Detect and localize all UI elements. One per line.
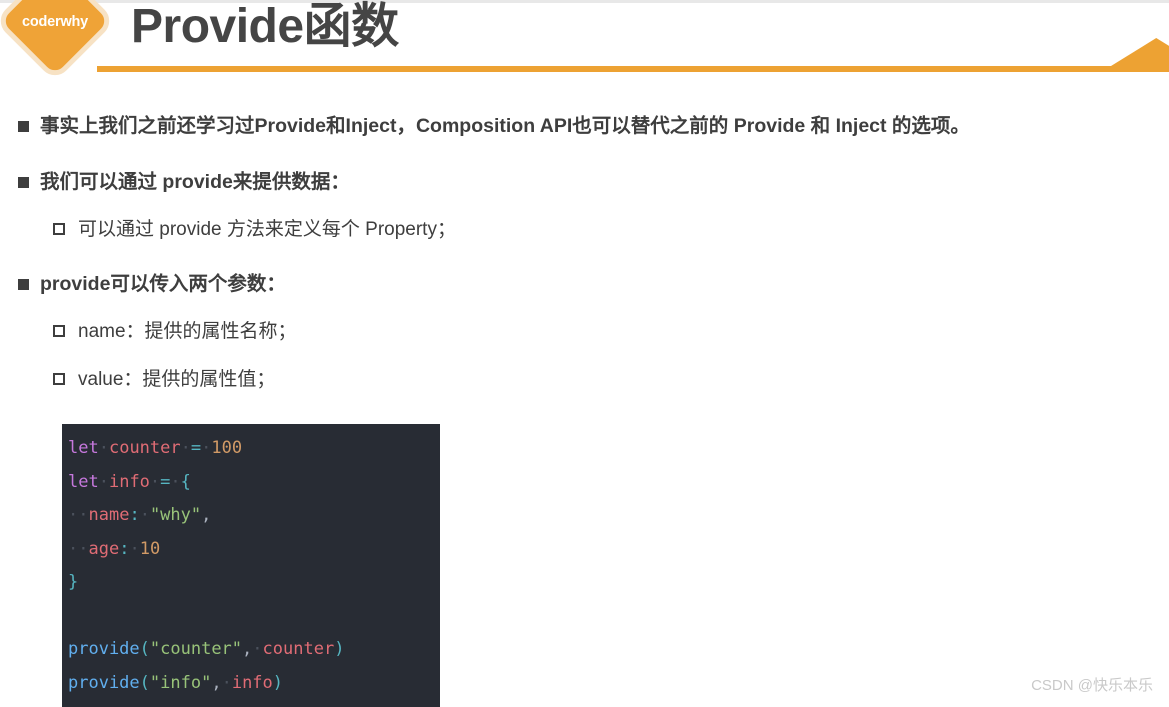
sub-bullet-item: value：提供的属性值； <box>0 367 275 393</box>
bullet-text: 我们可以通过 provide来提供数据： <box>40 171 350 193</box>
sub-bullet-item: 可以通过 provide 方法来定义每个 Property； <box>0 217 456 243</box>
hollow-square-icon <box>53 373 65 385</box>
filled-square-icon <box>18 121 29 132</box>
code-line: ··age:·10 <box>68 538 161 559</box>
bullet-text: provide可以传入两个参数： <box>40 273 286 295</box>
code-line: provide("info",·info) <box>68 672 284 693</box>
sub-bullet-item: name：提供的属性名称； <box>0 319 297 345</box>
code-snippet-block: let·counter·=·100 let·info·=·{ ··name:·"wh… <box>62 424 440 707</box>
slide-header: coderwhy Provide函数 <box>0 0 1169 82</box>
filled-square-icon <box>18 279 29 290</box>
sub-bullet-text: 可以通过 provide 方法来定义每个 Property； <box>78 219 456 240</box>
sub-bullet-text: value：提供的属性值； <box>78 369 276 390</box>
logo-label: coderwhy <box>21 14 89 30</box>
filled-square-icon <box>18 177 29 188</box>
code-line: provide("counter",·counter) <box>68 639 345 659</box>
code-line: let·info·=·{ <box>68 471 191 492</box>
page-title: Provide函数 <box>131 0 399 53</box>
bullet-item: 事实上我们之前还学习过Provide和Inject，Composition AP… <box>0 113 970 139</box>
bullet-item: provide可以传入两个参数： <box>0 271 286 297</box>
code-line: } <box>68 572 79 592</box>
code-line: ··name:·"why", <box>68 505 212 525</box>
code-line: let·counter·=·100 <box>68 438 243 458</box>
hollow-square-icon <box>53 223 65 235</box>
coderwhy-logo: coderwhy <box>0 0 116 82</box>
bullet-text: 事实上我们之前还学习过Provide和Inject，Composition AP… <box>40 115 970 137</box>
csdn-watermark: CSDN @快乐本乐 <box>1031 677 1153 694</box>
header-underline <box>97 66 1169 72</box>
bullet-item: 我们可以通过 provide来提供数据： <box>0 169 350 195</box>
sub-bullet-text: name：提供的属性名称； <box>78 321 297 342</box>
header-triangle-decoration <box>1111 38 1169 66</box>
hollow-square-icon <box>53 325 65 337</box>
